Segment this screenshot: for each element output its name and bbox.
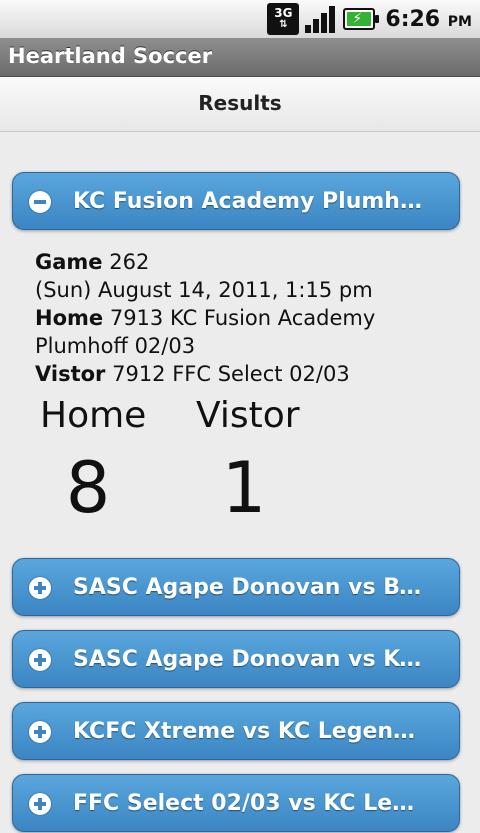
app-title: Heartland Soccer [8,44,213,68]
game-label: Game [35,250,103,274]
home-team-row: Home 7913 KC Fusion Academy [35,304,375,332]
plus-icon [29,793,51,815]
game-header-label: KCFC Xtreme vs KC Legends... [73,719,429,744]
data-arrows-icon: ⇅ [279,19,288,30]
game-number-row: Game 262 [35,248,375,276]
home-team-line1: 7913 KC Fusion Academy [109,306,376,330]
game-collapsible[interactable]: FFC Select 02/03 vs KC Lege... [12,774,460,832]
status-icons: 3G ⇅ ⚡ 6:26 PM [267,3,472,35]
minus-icon [29,191,51,213]
home-team-line2: Plumhoff 02/03 [35,334,196,358]
game-collapsible[interactable]: SASC Agape Donovan vs BVS... [12,558,460,616]
status-bar: 3G ⇅ ⚡ 6:26 PM [0,0,480,39]
game-header-label: KC Fusion Academy Plumho... [73,189,429,214]
network-3g-icon: 3G ⇅ [267,3,300,35]
score-home-value: 8 [65,447,111,529]
plus-icon [29,577,51,599]
app-title-bar: Heartland Soccer [0,38,480,77]
visitor-score-block: Vistor 1 [196,395,300,530]
game-collapsible[interactable]: KCFC Xtreme vs KC Legends... [12,702,460,760]
network-type: 3G [274,6,293,20]
visitor-label: Vistor [35,362,106,386]
game-header-label: SASC Agape Donovan vs KC ... [73,647,429,672]
clock-time: 6:26 [385,6,441,32]
score-visitor-value: 1 [221,447,267,529]
visitor-team-row: Vistor 7912 FFC Select 02/03 [35,360,375,388]
battery-charging-icon: ⚡ [343,8,380,30]
signal-strength-icon [305,5,337,33]
game-header-label: SASC Agape Donovan vs BVS... [73,575,429,600]
score-visitor-label: Vistor [196,395,300,436]
game-details: Game 262 (Sun) August 14, 2011, 1:15 pm … [35,248,375,388]
clock: 6:26 PM [385,7,472,32]
game-collapsible[interactable]: SASC Agape Donovan vs KC ... [12,630,460,688]
score-home-label: Home [40,395,147,436]
visitor-team: 7912 FFC Select 02/03 [112,362,350,386]
page-title: Results [198,91,282,115]
home-label: Home [35,306,104,330]
game-number: 262 [109,250,150,274]
game-datetime: (Sun) August 14, 2011, 1:15 pm [35,278,373,302]
game-header-label: FFC Select 02/03 vs KC Lege... [73,791,429,816]
page-header: Results [0,77,480,132]
clock-ampm: PM [447,13,472,30]
home-score-block: Home 8 [40,395,147,530]
plus-icon [29,649,51,671]
game-collapsible-expanded[interactable]: KC Fusion Academy Plumho... [12,172,460,230]
plus-icon [29,721,51,743]
